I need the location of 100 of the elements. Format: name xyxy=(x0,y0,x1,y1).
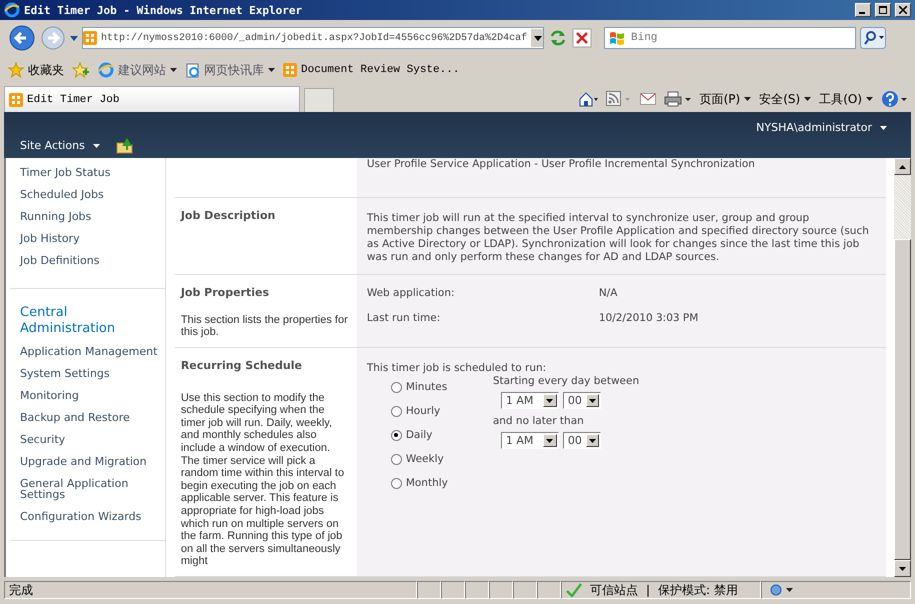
nav-link[interactable]: Running Jobs xyxy=(10,206,165,228)
caret-icon xyxy=(880,126,887,130)
nav-link[interactable]: General Application Settings xyxy=(10,473,165,506)
check-icon xyxy=(566,583,582,597)
close-icon xyxy=(899,6,907,14)
status-pane xyxy=(513,581,537,599)
radio-option[interactable]: Hourly xyxy=(390,399,493,424)
dropdown-icon[interactable] xyxy=(531,29,543,47)
scroll-down-icon[interactable] xyxy=(899,566,906,570)
status-pane xyxy=(417,581,441,599)
time-label: Starting every day between xyxy=(492,375,640,388)
time-label: and no later than xyxy=(492,415,585,428)
favorite-link[interactable]: 建议网站 xyxy=(98,61,177,79)
caret-icon xyxy=(866,97,873,101)
status-pane xyxy=(441,581,465,599)
mail-icon[interactable] xyxy=(640,93,656,105)
minute-select[interactable]: 00 xyxy=(562,392,601,410)
dropdown-icon[interactable] xyxy=(588,438,596,443)
favorite-link[interactable]: Document Review Syste... xyxy=(283,63,460,77)
radio-option[interactable]: Daily xyxy=(390,423,493,448)
nav-link[interactable]: Monitoring xyxy=(10,385,165,407)
user-menu[interactable]: NYSHA\administrator xyxy=(756,120,887,136)
favorite-link[interactable]: 网页快讯库 xyxy=(185,61,275,79)
nav-link[interactable]: Timer Job Status xyxy=(10,162,165,184)
hour-select[interactable]: 1 AM xyxy=(500,432,559,450)
radio-option[interactable]: Minutes xyxy=(390,375,493,400)
window-title: Edit Timer Job - Windows Internet Explorer xyxy=(24,4,304,16)
caret-icon[interactable] xyxy=(70,36,78,40)
stop-icon[interactable] xyxy=(572,28,592,48)
site-actions-menu[interactable]: Site Actions xyxy=(20,138,100,154)
section-description: Use this section to modify the schedule specifying when the timer job will run. Daily, weekly, and monthly schedules also include a window of execution. The timer service will pick a random time within this interval to begin executing the job on each applicable server. This feature is appropriate for high-load jobs which run on multiple servers on the farm. Running this type of job on all the servers simultaneously might xyxy=(180,392,346,568)
maximize-icon xyxy=(879,6,887,14)
caret-icon xyxy=(786,588,793,592)
nav-link[interactable]: Security xyxy=(10,429,165,451)
radio-button[interactable] xyxy=(390,382,402,393)
page-icon xyxy=(185,62,200,78)
section-title: Recurring Schedule xyxy=(180,358,303,374)
search-input[interactable]: Bing xyxy=(629,31,851,45)
status-pane xyxy=(489,581,513,599)
globe-icon xyxy=(770,584,782,596)
nav-link[interactable]: Application Management xyxy=(10,341,165,363)
help-icon[interactable] xyxy=(881,90,907,108)
address-bar[interactable]: http://nymoss2010:6000/_admin/jobedit.aspx?JobId=4556cc96%2D57da%2D4caf xyxy=(82,27,544,49)
dropdown-icon[interactable] xyxy=(588,398,596,403)
scrollbar[interactable] xyxy=(894,158,911,577)
nav-link[interactable]: System Settings xyxy=(10,363,165,385)
radio-button[interactable] xyxy=(390,406,402,417)
radio-button[interactable] xyxy=(390,478,402,489)
ie-logo-icon xyxy=(98,62,114,78)
command-menu[interactable]: 安全(S) xyxy=(759,90,812,108)
hour-select[interactable]: 1 AM xyxy=(500,392,559,410)
folder-up-icon[interactable] xyxy=(116,138,134,154)
home-icon[interactable] xyxy=(578,91,598,107)
caret-icon xyxy=(804,97,812,101)
minute-select[interactable]: 00 xyxy=(562,432,601,450)
back-icon[interactable] xyxy=(8,24,36,52)
browser-tab[interactable]: Edit Timer Job xyxy=(4,86,300,112)
command-menu[interactable]: 页面(P) xyxy=(700,90,752,108)
property-label: Web application: xyxy=(366,287,456,300)
protected-mode: 保护模式: 禁用 xyxy=(658,582,738,599)
property-value: N/A xyxy=(598,287,618,300)
schedule-intro: This timer job is scheduled to run: xyxy=(366,362,548,376)
search-field[interactable]: Bing xyxy=(604,27,856,49)
dropdown-icon[interactable] xyxy=(546,398,554,403)
nav-link[interactable]: Backup and Restore xyxy=(10,407,165,429)
favorites-button[interactable]: 收藏夹 xyxy=(8,61,64,79)
radio-button[interactable] xyxy=(390,430,402,441)
add-favorite-icon[interactable] xyxy=(72,62,90,78)
star-icon xyxy=(8,62,24,78)
close-button[interactable] xyxy=(895,3,911,17)
zoom-control[interactable] xyxy=(761,581,911,599)
status-text: 完成 xyxy=(4,581,417,599)
scroll-up-icon[interactable] xyxy=(899,164,906,168)
page-icon xyxy=(283,63,297,77)
section-description: This section lists the properties for this job. xyxy=(180,314,349,339)
dropdown-icon[interactable] xyxy=(546,438,554,443)
radio-option[interactable]: Monthly xyxy=(390,471,493,496)
nav-link[interactable]: Job History xyxy=(10,228,165,250)
nav-link[interactable]: Configuration Wizards xyxy=(10,506,165,528)
nav-heading-link[interactable]: Central Administration xyxy=(10,305,165,337)
property-value: 10/2/2010 3:03 PM xyxy=(598,312,698,326)
search-icon[interactable] xyxy=(860,27,886,49)
nav-link[interactable]: Upgrade and Migration xyxy=(10,451,165,473)
property-label: Last run time: xyxy=(366,312,442,326)
maximize-button[interactable] xyxy=(875,3,891,17)
status-pane xyxy=(465,581,489,599)
page-icon xyxy=(9,92,23,106)
description-text: This timer job will run at the specified interval to synchronize user, group and group membership changes between the User Profile Application and specified directory source (such as Active Directory or LDAP). Synchronization will look for changes since the last time this job was run and only perform these changes for AD and LDAP sources. xyxy=(366,212,870,264)
address-text: http://nymoss2010:6000/_admin/jobedit.aspx?JobId=4556cc96%2D57da%2D4caf xyxy=(101,32,528,44)
nav-link[interactable]: Scheduled Jobs xyxy=(10,184,165,206)
rss-icon[interactable] xyxy=(606,91,632,107)
nav-link[interactable]: Job Definitions xyxy=(10,250,165,272)
command-menu[interactable]: 工具(O) xyxy=(819,90,873,108)
printer-icon[interactable] xyxy=(664,91,692,107)
minimize-button[interactable] xyxy=(855,3,871,17)
separator: | xyxy=(646,582,650,599)
caret-icon xyxy=(92,144,100,148)
radio-option[interactable]: Weekly xyxy=(390,447,493,472)
section-title: Job Properties xyxy=(180,285,270,302)
radio-button[interactable] xyxy=(390,454,402,465)
